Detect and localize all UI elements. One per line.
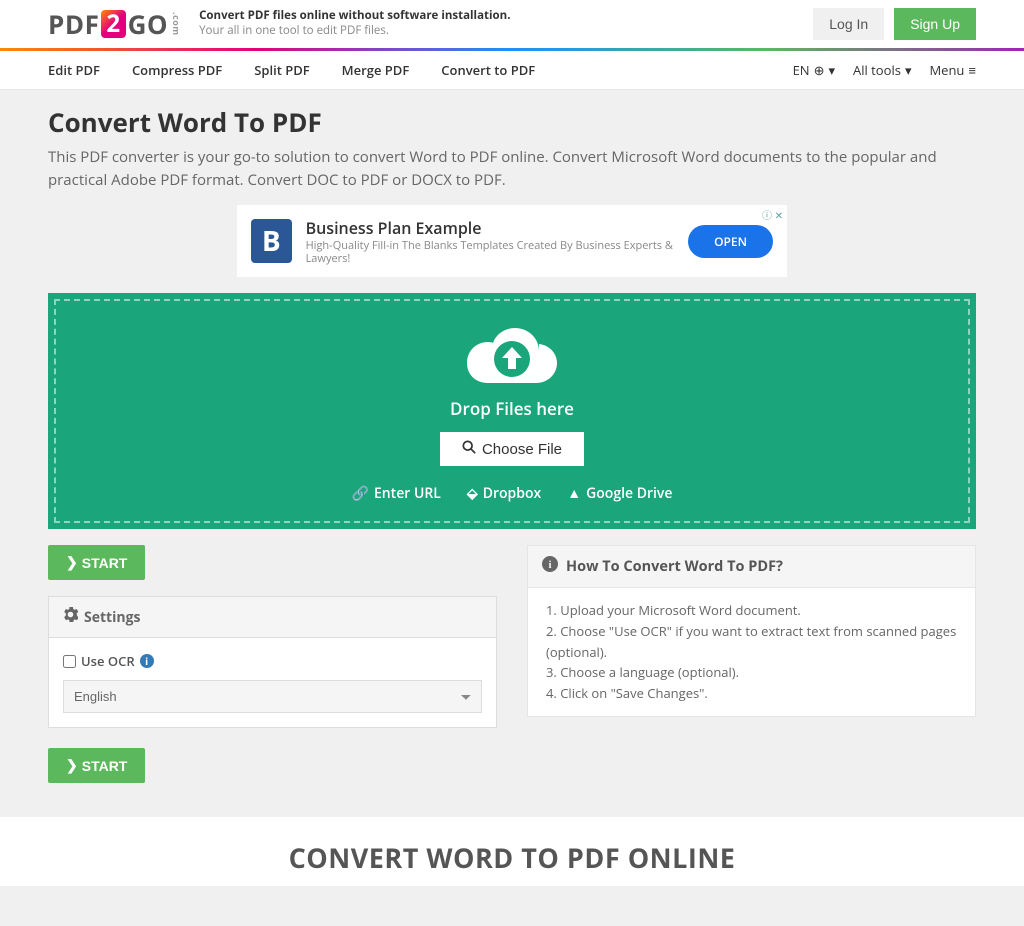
chevron-right-icon: ❯ [66, 554, 78, 571]
start-button-bottom[interactable]: ❯ START [48, 748, 145, 783]
google-drive-link[interactable]: ▲ Google Drive [567, 484, 672, 503]
top-header: PDF 2 GO .com Convert PDF files online w… [0, 0, 1024, 48]
caret-down-icon: ▾ [905, 61, 912, 79]
logo-com: .com [170, 12, 183, 36]
info-circle-icon: i [542, 556, 558, 577]
language-selector[interactable]: EN ⊕ ▾ [793, 61, 835, 79]
howto-step: 1. Upload your Microsoft Word document. [546, 600, 957, 621]
ad-subtitle: High-Quality Fill-in The Blanks Template… [306, 239, 689, 265]
logo[interactable]: PDF 2 GO .com [48, 6, 183, 42]
ad-close-icon[interactable]: ⓘ ✕ [762, 207, 783, 222]
nav-convert-to-pdf[interactable]: Convert to PDF [441, 61, 535, 79]
use-ocr-label: Use OCR [81, 652, 135, 670]
hamburger-menu[interactable]: Menu ≡ [929, 61, 976, 79]
howto-step: 3. Choose a language (optional). [546, 662, 957, 683]
choose-file-label: Choose File [482, 441, 562, 458]
enter-url-link[interactable]: 🔗 Enter URL [352, 484, 441, 503]
login-button[interactable]: Log In [813, 8, 884, 40]
logo-pre: PDF [48, 6, 99, 42]
alltools-label: All tools [853, 61, 901, 79]
start-button-top[interactable]: ❯ START [48, 545, 145, 580]
settings-panel: Settings Use OCR i English [48, 596, 497, 728]
language-select[interactable]: English [63, 680, 482, 713]
nav-compress-pdf[interactable]: Compress PDF [132, 61, 222, 79]
ad-banner[interactable]: B Business Plan Example High-Quality Fil… [237, 205, 787, 277]
search-icon [462, 440, 476, 458]
svg-text:i: i [548, 559, 551, 571]
page-description: This PDF converter is your go-to solutio… [48, 146, 948, 191]
section-heading: CONVERT WORD TO PDF ONLINE [0, 817, 1024, 886]
tagline-sub: Your all in one tool to edit PDF files. [199, 24, 510, 39]
page-title: Convert Word To PDF [48, 104, 976, 140]
nav-merge-pdf[interactable]: Merge PDF [342, 61, 410, 79]
chevron-right-icon: ❯ [66, 757, 78, 774]
nav-edit-pdf[interactable]: Edit PDF [48, 61, 100, 79]
main-nav: Edit PDF Compress PDF Split PDF Merge PD… [0, 51, 1024, 90]
logo-badge: 2 [101, 10, 125, 39]
cloud-upload-icon [467, 323, 557, 389]
use-ocr-checkbox[interactable] [63, 655, 76, 668]
howto-step: 4. Click on "Save Changes". [546, 683, 957, 704]
howto-panel: i How To Convert Word To PDF? 1. Upload … [527, 545, 976, 717]
drop-label: Drop Files here [76, 397, 948, 420]
ad-title: Business Plan Example [306, 217, 689, 239]
dropbox-link[interactable]: ⬙ Dropbox [467, 484, 541, 503]
globe-icon: ⊕ [814, 61, 825, 79]
info-icon[interactable]: i [140, 654, 154, 668]
howto-step: 2. Choose "Use OCR" if you want to extra… [546, 621, 957, 663]
menu-label: Menu [929, 61, 964, 79]
tagline: Convert PDF files online without softwar… [199, 9, 510, 39]
lang-label: EN [793, 61, 810, 79]
ad-open-button[interactable]: OPEN [688, 225, 773, 258]
howto-title: How To Convert Word To PDF? [566, 557, 783, 576]
dropbox-icon: ⬙ [467, 484, 478, 503]
tagline-main: Convert PDF files online without softwar… [199, 9, 510, 24]
settings-title: Settings [84, 608, 140, 627]
choose-file-button[interactable]: Choose File [440, 432, 584, 466]
google-drive-icon: ▲ [567, 484, 581, 503]
caret-down-icon: ▾ [828, 61, 835, 79]
signup-button[interactable]: Sign Up [894, 8, 976, 40]
gear-icon [63, 607, 78, 627]
dropzone[interactable]: Drop Files here Choose File 🔗 Enter URL … [48, 293, 976, 529]
hamburger-icon: ≡ [968, 61, 976, 79]
nav-split-pdf[interactable]: Split PDF [254, 61, 309, 79]
logo-post: GO [128, 6, 169, 42]
link-icon: 🔗 [352, 484, 369, 503]
all-tools-menu[interactable]: All tools ▾ [853, 61, 911, 79]
ad-app-icon: B [251, 219, 292, 263]
